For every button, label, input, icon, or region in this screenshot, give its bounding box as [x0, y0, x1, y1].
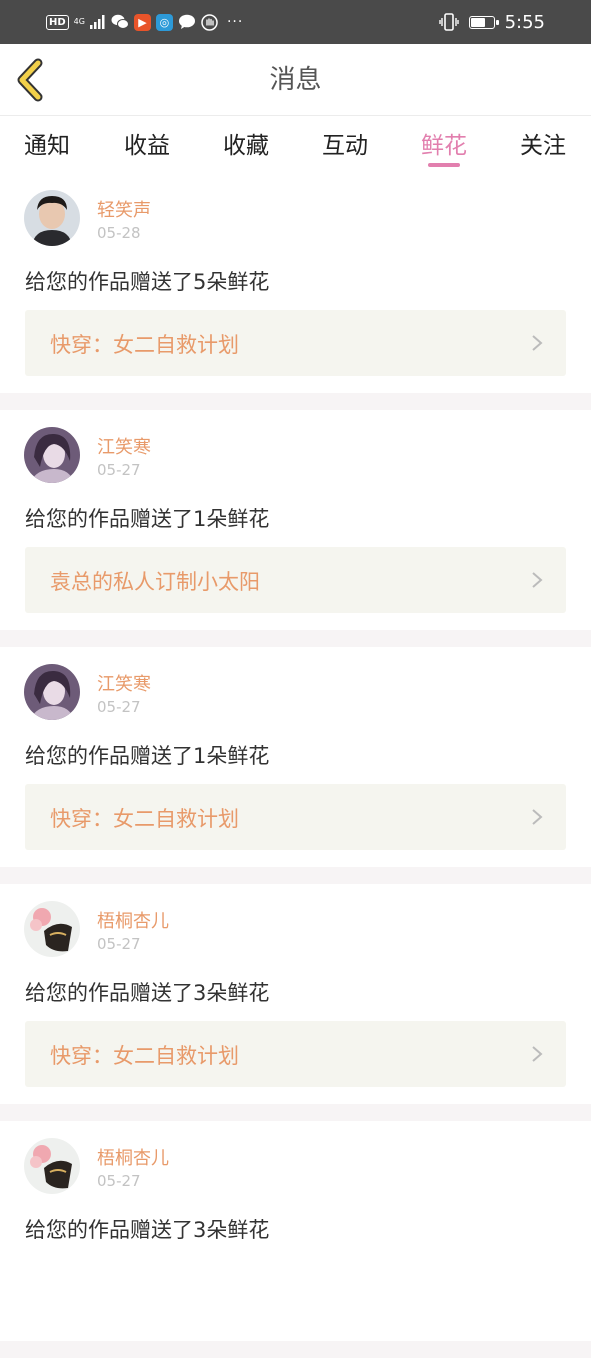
signal-icon: [89, 15, 105, 29]
page-title: 消息: [269, 65, 322, 95]
tab-interactions[interactable]: 互动: [305, 126, 385, 160]
clock: 5:55: [504, 11, 545, 33]
username[interactable]: 轻笑声: [97, 196, 151, 222]
list-item: 江笑寒 05-27 给您的作品赠送了1朵鲜花 袁总的私人订制小太阳: [0, 410, 591, 630]
work-link[interactable]: 快穿：女二自救计划: [25, 784, 566, 850]
avatar[interactable]: [24, 427, 80, 483]
avatar[interactable]: [24, 190, 80, 246]
browser-app-icon: ◎: [155, 13, 173, 31]
tab-favorites[interactable]: 收藏: [206, 126, 286, 160]
list-item: 轻笑声 05-28 给您的作品赠送了5朵鲜花 快穿：女二自救计划: [0, 173, 591, 393]
message-text: 给您的作品赠送了5朵鲜花: [25, 270, 270, 294]
message-date: 05-27: [97, 935, 141, 953]
tab-following[interactable]: 关注: [503, 126, 583, 160]
username[interactable]: 江笑寒: [97, 433, 151, 459]
message-date: 05-27: [97, 698, 141, 716]
avatar[interactable]: [24, 901, 80, 957]
chevron-right-icon: [532, 1046, 543, 1062]
hd-badge: HD: [46, 14, 69, 30]
message-date: 05-27: [97, 461, 141, 479]
message-list: 轻笑声 05-28 给您的作品赠送了5朵鲜花 快穿：女二自救计划 江笑寒 05-…: [0, 173, 591, 1358]
message-text: 给您的作品赠送了1朵鲜花: [25, 507, 270, 531]
tab-notifications[interactable]: 通知: [7, 126, 87, 160]
video-app-icon: ▶: [133, 13, 151, 31]
list-item: 江笑寒 05-27 给您的作品赠送了1朵鲜花 快穿：女二自救计划: [0, 647, 591, 867]
network-label: 4G: [73, 17, 85, 26]
message-text: 给您的作品赠送了3朵鲜花: [25, 1218, 270, 1242]
work-title: 袁总的私人订制小太阳: [50, 570, 260, 594]
work-link[interactable]: 快穿：女二自救计划: [25, 310, 566, 376]
battery-fill: [470, 17, 485, 27]
message-text: 给您的作品赠送了1朵鲜花: [25, 744, 270, 768]
tab-flowers[interactable]: 鲜花: [404, 126, 484, 160]
chevron-right-icon: [532, 809, 543, 825]
username[interactable]: 江笑寒: [97, 670, 151, 696]
message-text: 给您的作品赠送了3朵鲜花: [25, 981, 270, 1005]
vibrate-icon: [438, 13, 459, 31]
chevron-right-icon: [532, 335, 543, 351]
work-title: 快穿：女二自救计划: [50, 807, 239, 831]
active-tab-indicator: [428, 163, 460, 167]
list-item: 梧桐杏儿 05-27 给您的作品赠送了3朵鲜花 快穿：女二自救计划: [0, 884, 591, 1104]
wechat-icon: [111, 14, 129, 29]
username[interactable]: 梧桐杏儿: [97, 1144, 169, 1170]
chevron-right-icon: [532, 572, 543, 588]
username[interactable]: 梧桐杏儿: [97, 907, 169, 933]
status-bar: HD 4G ▶ ◎ ··· 5:55: [0, 0, 591, 44]
avatar[interactable]: [24, 664, 80, 720]
list-item: 梧桐杏儿 05-27 给您的作品赠送了3朵鲜花: [0, 1121, 591, 1341]
tab-bar: 通知 收益 收藏 互动 鲜花 关注: [0, 116, 591, 173]
more-notifications: ···: [226, 14, 244, 30]
message-date: 05-27: [97, 1172, 141, 1190]
tab-earnings[interactable]: 收益: [107, 126, 187, 160]
message-icon: [178, 14, 195, 29]
battery-icon: [468, 15, 499, 29]
avatar[interactable]: [24, 1138, 80, 1194]
hand-icon: [201, 13, 218, 31]
work-title: 快穿：女二自救计划: [50, 1044, 239, 1068]
message-date: 05-28: [97, 224, 141, 242]
work-link[interactable]: 袁总的私人订制小太阳: [25, 547, 566, 613]
work-link[interactable]: 快穿：女二自救计划: [25, 1021, 566, 1087]
work-title: 快穿：女二自救计划: [50, 333, 239, 357]
header: 消息: [0, 44, 591, 116]
